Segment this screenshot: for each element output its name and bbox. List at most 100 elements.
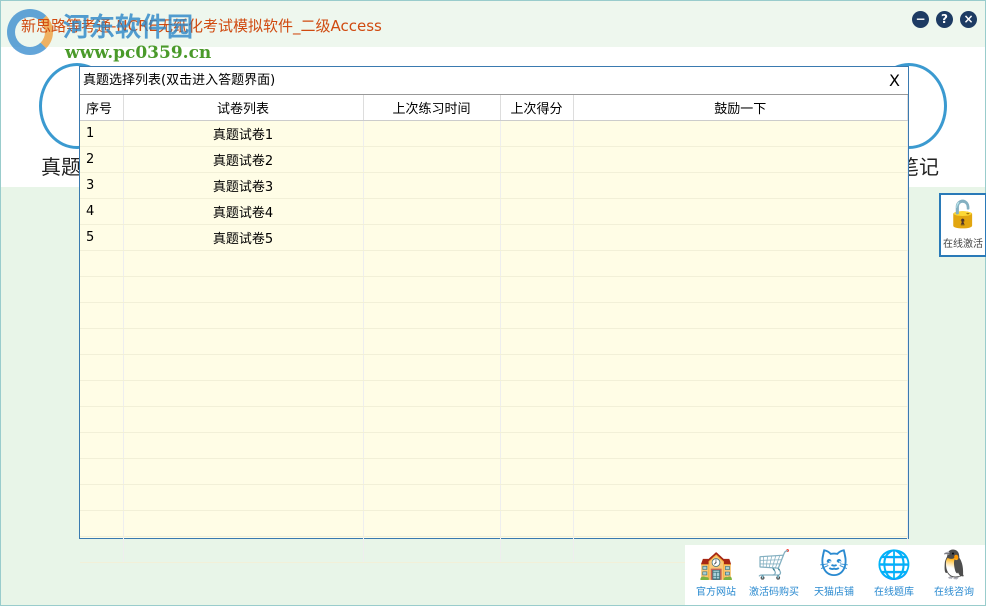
empty-row	[80, 276, 908, 303]
cell-no	[80, 536, 124, 563]
cell-no: 1	[80, 120, 124, 147]
cell-note	[573, 120, 908, 147]
cell-note	[573, 146, 908, 173]
cell-note	[573, 354, 908, 381]
activate-label: 在线激活	[943, 239, 983, 250]
cell-note	[573, 484, 908, 511]
cell-note	[573, 302, 908, 329]
cell-score	[500, 510, 574, 537]
lock-icon: 🔓	[946, 200, 980, 230]
cell-name: 真题试卷4	[123, 198, 364, 225]
dialog-close-button[interactable]: X	[889, 67, 900, 94]
cell-no: 5	[80, 224, 124, 251]
cell-score	[500, 198, 574, 225]
cell-name	[123, 354, 364, 381]
online-consult-button[interactable]: 🐧 在线咨询	[925, 547, 983, 598]
cell-time	[363, 406, 501, 433]
cell-note	[573, 510, 908, 537]
close-button[interactable]: ×	[960, 11, 977, 28]
cell-name	[123, 276, 364, 303]
cell-name	[123, 302, 364, 329]
table-row[interactable]: 3 真题试卷3	[80, 172, 908, 199]
cell-note	[573, 380, 908, 407]
cell-note	[573, 328, 908, 355]
cell-no	[80, 484, 124, 511]
empty-row	[80, 380, 908, 407]
cell-no	[80, 276, 124, 303]
dialog-header: 真题选择列表(双击进入答题界面) X	[80, 67, 908, 95]
cell-score	[500, 328, 574, 355]
empty-row	[80, 250, 908, 277]
cell-name	[123, 380, 364, 407]
house-icon: 🏫	[698, 548, 734, 581]
cell-name: 真题试卷5	[123, 224, 364, 251]
cell-score	[500, 432, 574, 459]
table-row[interactable]: 5 真题试卷5	[80, 224, 908, 251]
empty-row	[80, 484, 908, 511]
empty-row	[80, 458, 908, 485]
empty-row	[80, 354, 908, 381]
table-row[interactable]: 2 真题试卷2	[80, 146, 908, 173]
cell-time	[363, 198, 501, 225]
cell-note	[573, 276, 908, 303]
qq-penguin-icon: 🐧	[936, 548, 972, 581]
cell-name	[123, 484, 364, 511]
empty-row	[80, 432, 908, 459]
label: 激活码购买	[749, 587, 799, 598]
col-header-time[interactable]: 上次练习时间	[363, 95, 501, 121]
table-row[interactable]: 4 真题试卷4	[80, 198, 908, 225]
cell-name	[123, 406, 364, 433]
dialog-title: 真题选择列表(双击进入答题界面)	[83, 73, 276, 88]
empty-row	[80, 406, 908, 433]
activate-button[interactable]: 🔓 在线激活	[939, 193, 986, 257]
cell-time	[363, 120, 501, 147]
cell-score	[500, 302, 574, 329]
cell-score	[500, 458, 574, 485]
cell-score	[500, 380, 574, 407]
help-button[interactable]: ?	[936, 11, 953, 28]
cell-no	[80, 458, 124, 485]
cell-no	[80, 510, 124, 537]
cell-time	[363, 302, 501, 329]
cell-name	[123, 458, 364, 485]
cell-time	[363, 276, 501, 303]
cell-score	[500, 276, 574, 303]
cell-name	[123, 250, 364, 277]
cell-no	[80, 354, 124, 381]
label: 在线咨询	[934, 587, 974, 598]
table-row[interactable]: 1 真题试卷1	[80, 120, 908, 147]
tmall-shop-button[interactable]: 🐱 天猫店铺	[805, 547, 863, 598]
minimize-button[interactable]: −	[912, 11, 929, 28]
cell-no	[80, 380, 124, 407]
online-bank-button[interactable]: 🌐 在线题库	[865, 547, 923, 598]
cell-note	[573, 250, 908, 277]
cell-note	[573, 406, 908, 433]
col-header-encourage[interactable]: 鼓励一下	[573, 95, 908, 121]
tmall-cat-icon: 🐱	[819, 548, 849, 581]
cell-no: 3	[80, 172, 124, 199]
cell-no: 4	[80, 198, 124, 225]
empty-row	[80, 302, 908, 329]
watermark-url: www.pc0359.cn	[65, 43, 212, 63]
label: 天猫店铺	[814, 587, 854, 598]
cell-time	[363, 146, 501, 173]
zhenti-label: 真题	[41, 155, 81, 179]
cell-name	[123, 432, 364, 459]
col-header-no[interactable]: 序号	[80, 95, 124, 121]
col-header-score[interactable]: 上次得分	[500, 95, 574, 121]
cell-score	[500, 406, 574, 433]
cell-name	[123, 328, 364, 355]
cell-score	[500, 146, 574, 173]
buy-code-button[interactable]: 🛒 激活码购买	[745, 547, 803, 598]
cell-name: 真题试卷1	[123, 120, 364, 147]
col-header-paper[interactable]: 试卷列表	[123, 95, 364, 121]
exam-table: 序号 试卷列表 上次练习时间 上次得分 鼓励一下 1 真题试卷1 2 真题试卷2 3 真题…	[80, 95, 908, 563]
cell-note	[573, 172, 908, 199]
cell-time	[363, 510, 501, 537]
empty-row	[80, 510, 908, 537]
cell-name: 真题试卷2	[123, 146, 364, 173]
cell-name: 真题试卷3	[123, 172, 364, 199]
cell-no	[80, 328, 124, 355]
cell-score	[500, 250, 574, 277]
official-site-button[interactable]: 🏫 官方网站	[687, 547, 745, 598]
